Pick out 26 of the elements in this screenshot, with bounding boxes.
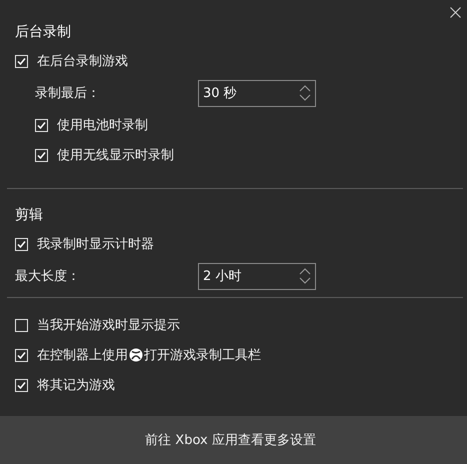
up-down-arrows-icon	[299, 266, 311, 286]
section-title: 剪辑	[15, 206, 44, 225]
checkbox-label: 使用无线显示时录制	[57, 147, 174, 164]
field-label: 录制最后：	[35, 85, 100, 102]
checkbox[interactable]	[15, 378, 28, 392]
checkbox[interactable]	[15, 348, 28, 362]
checkbox-label: 将其记为游戏	[37, 377, 115, 394]
checkbox[interactable]	[35, 118, 48, 132]
checkbox-label: 在控制器上使用	[37, 347, 128, 364]
checkbox-label: 使用电池时录制	[57, 117, 148, 134]
field-label: 最大长度：	[15, 268, 80, 285]
close-icon[interactable]	[450, 7, 461, 18]
xbox-icon	[129, 348, 143, 362]
checkbox-label: 我录制时显示计时器	[37, 236, 154, 253]
checkbox[interactable]	[15, 318, 28, 332]
number-spinner[interactable]: 30 秒	[198, 80, 316, 106]
checkbox-label: 在后台录制游戏	[37, 53, 128, 70]
xbox-settings-link[interactable]: 前往 Xbox 应用查看更多设置	[145, 431, 316, 449]
checkbox-label: 打开游戏录制工具栏	[144, 347, 261, 364]
checkbox[interactable]	[35, 148, 48, 162]
checkbox[interactable]	[15, 238, 28, 250]
checkbox[interactable]	[15, 54, 28, 68]
section-title: 后台录制	[15, 23, 72, 42]
checkbox-label: 当我开始游戏时显示提示	[37, 317, 180, 334]
number-spinner[interactable]: 2 小时	[198, 262, 316, 290]
up-down-arrows-icon	[299, 83, 311, 103]
